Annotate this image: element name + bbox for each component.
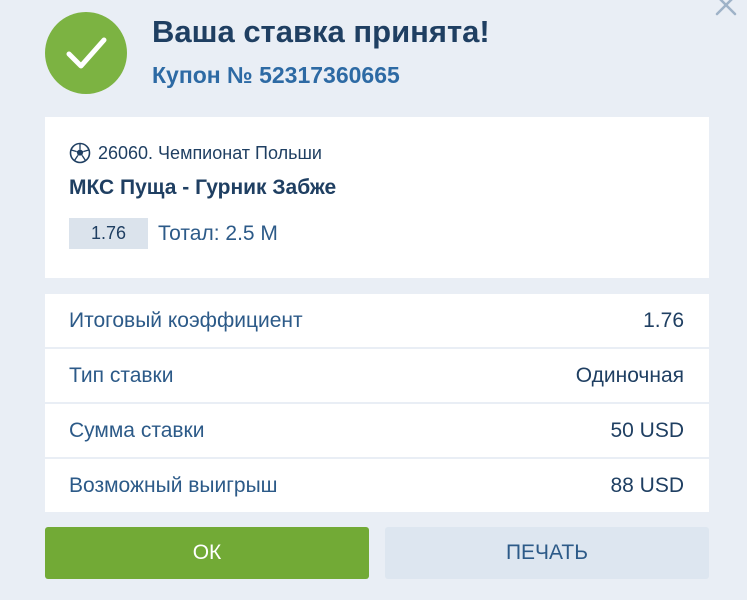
league-name: 26060. Чемпионат Польши bbox=[98, 142, 322, 163]
ok-button[interactable]: ОК bbox=[45, 527, 369, 579]
match-title: МКС Пуща - Гурник Забже bbox=[69, 176, 337, 199]
close-icon[interactable] bbox=[713, 0, 739, 18]
detail-row-total-odds: Итоговый коэффициент 1.76 bbox=[45, 294, 709, 347]
league-line: 26060. Чемпионат Польши bbox=[69, 142, 322, 164]
event-card: 26060. Чемпионат Польши МКС Пуща - Гурни… bbox=[45, 117, 709, 278]
detail-label: Сумма ставки bbox=[69, 418, 205, 442]
detail-value: 50 USD bbox=[610, 418, 684, 442]
odds-badge: 1.76 bbox=[69, 218, 148, 249]
checkmark-icon bbox=[66, 37, 107, 69]
bet-selection: 1.76 Тотал: 2.5 М bbox=[69, 218, 278, 249]
detail-value: 88 USD bbox=[610, 473, 684, 497]
print-button[interactable]: ПЕЧАТЬ bbox=[385, 527, 709, 579]
detail-row-bet-type: Тип ставки Одиночная bbox=[45, 349, 709, 402]
detail-value: Одиночная bbox=[575, 363, 684, 387]
success-checkmark-icon bbox=[45, 12, 127, 94]
detail-label: Итоговый коэффициент bbox=[69, 308, 303, 332]
soccer-ball-icon bbox=[69, 142, 91, 164]
detail-value: 1.76 bbox=[643, 308, 684, 332]
market-label: Тотал: 2.5 М bbox=[158, 221, 278, 245]
detail-label: Тип ставки bbox=[69, 363, 174, 387]
detail-row-stake: Сумма ставки 50 USD bbox=[45, 404, 709, 457]
detail-row-potential-win: Возможный выигрыш 88 USD bbox=[45, 459, 709, 512]
page-title: Ваша ставка принята! bbox=[152, 14, 490, 49]
bet-details: Итоговый коэффициент 1.76 Тип ставки Оди… bbox=[45, 294, 709, 514]
detail-label: Возможный выигрыш bbox=[69, 473, 278, 497]
coupon-number: Купон № 52317360665 bbox=[152, 62, 400, 88]
